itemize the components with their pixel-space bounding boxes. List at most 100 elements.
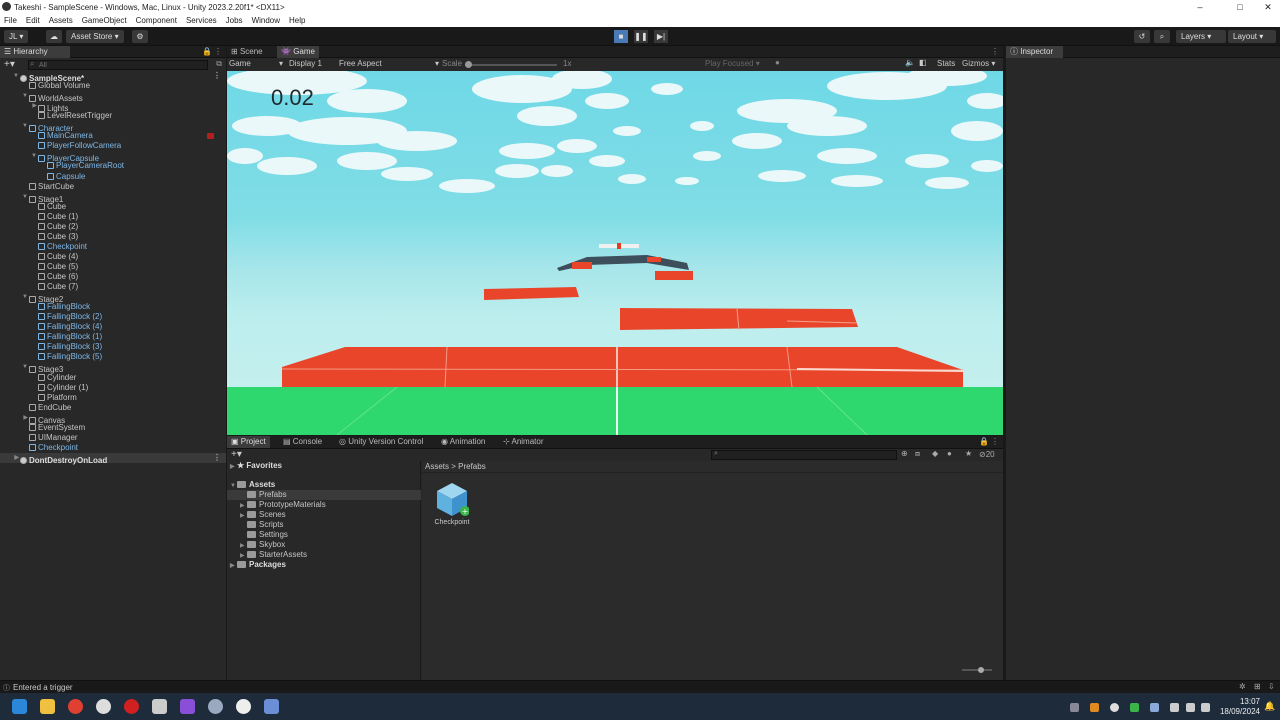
expand-arrow-icon[interactable]: ▶	[32, 101, 37, 111]
hierarchy-item[interactable]: LevelResetTrigger	[0, 111, 226, 121]
hierarchy-item[interactable]: Cube (1)	[0, 212, 226, 222]
scale-slider[interactable]	[465, 61, 557, 68]
hierarchy-item[interactable]: Cylinder	[0, 373, 226, 383]
create-asset-icon[interactable]: +▾	[231, 449, 242, 460]
hierarchy-item[interactable]: Cube	[0, 202, 226, 212]
stats-button[interactable]: Stats	[937, 59, 955, 68]
tab-console[interactable]: ▤ Console	[279, 436, 326, 448]
hierarchy-item[interactable]: FallingBlock (3)	[0, 342, 226, 352]
stop-button[interactable]: ■	[614, 30, 628, 43]
hierarchy-item[interactable]: ▼ WorldAssets	[0, 91, 226, 103]
taskbar-time[interactable]: 13:07	[1218, 697, 1260, 706]
menu-gameobject[interactable]: GameObject	[82, 16, 127, 25]
minimize-button[interactable]: –	[1180, 0, 1220, 14]
audio-icon[interactable]: ●	[775, 58, 780, 67]
hierarchy-item[interactable]: PlayerFollowCamera	[0, 141, 226, 151]
mute-audio-icon[interactable]: 🔈	[905, 58, 915, 67]
collapse-arrow-icon[interactable]: ▼	[22, 91, 28, 101]
scene-options-icon[interactable]: ⧉	[216, 59, 222, 69]
notification-icon[interactable]: 🔔	[1264, 701, 1275, 712]
tray-expand-icon[interactable]	[1070, 703, 1079, 712]
unity-editor-icon[interactable]	[152, 699, 167, 714]
hierarchy-item[interactable]: FallingBlock (4)	[0, 322, 226, 332]
expand-arrow-icon[interactable]: ▶	[14, 453, 19, 463]
play-focused-dropdown[interactable]: Play Focused ▾	[705, 59, 760, 68]
hierarchy-item[interactable]: FallingBlock	[0, 302, 226, 312]
search-icon[interactable]: ⌕	[1154, 30, 1170, 43]
search-by-type-icon[interactable]: ⊕	[901, 449, 908, 458]
tab-inspector[interactable]: ⓘ Inspector	[1006, 46, 1063, 58]
project-search-input[interactable]: ⌕	[711, 450, 897, 460]
hierarchy-item[interactable]: Platform	[0, 393, 226, 403]
hierarchy-item[interactable]: ▶ Canvas	[0, 413, 226, 425]
menu-services[interactable]: Services	[186, 16, 217, 25]
project-folder-scripts[interactable]: Scripts	[230, 520, 283, 530]
hierarchy-item[interactable]: Cube (2)	[0, 222, 226, 232]
display-dropdown[interactable]: Display 1	[289, 59, 333, 68]
hierarchy-item[interactable]: Global Volume	[0, 81, 226, 91]
project-folder-prefabs[interactable]: Prefabs	[227, 490, 421, 500]
tab-version-control[interactable]: ◎ Unity Version Control	[335, 436, 427, 448]
hierarchy-item[interactable]: Cube (5)	[0, 262, 226, 272]
favorite-star-icon[interactable]: ★	[965, 449, 972, 458]
hierarchy-item[interactable]: FallingBlock (2)	[0, 312, 226, 322]
network-icon[interactable]: ⊞	[1254, 682, 1261, 691]
add-icon[interactable]: +▾	[4, 59, 15, 70]
tray-nvidia-icon[interactable]	[1130, 703, 1139, 712]
cloud-icon[interactable]: ☁	[46, 30, 62, 43]
tag-icon[interactable]: ◆	[932, 449, 938, 458]
account-dropdown[interactable]: JL ▾	[4, 30, 29, 43]
menu-file[interactable]: File	[4, 16, 17, 25]
lock-icon[interactable]: 🔒	[979, 437, 989, 446]
packages-folder[interactable]: ▶ Packages	[230, 560, 286, 570]
menu-assets[interactable]: Assets	[49, 16, 73, 25]
project-folder-scenes[interactable]: ▶ Scenes	[230, 510, 286, 520]
game-mode-dropdown[interactable]: Game ▾	[229, 59, 283, 68]
collapse-arrow-icon[interactable]: ▼	[13, 71, 19, 81]
wifi-icon[interactable]	[1170, 703, 1179, 712]
more-menu-icon[interactable]: ⋮	[991, 437, 999, 446]
tab-project[interactable]: ▣ Project	[227, 436, 270, 448]
icon-size-slider[interactable]	[962, 667, 992, 673]
microphone-icon[interactable]	[1150, 703, 1159, 712]
project-folder-settings[interactable]: Settings	[230, 530, 288, 540]
breadcrumb-path[interactable]: Assets > Prefabs	[425, 462, 486, 471]
project-folder-skybox[interactable]: ▶ Skybox	[230, 540, 285, 550]
hierarchy-item[interactable]: Cube (3)	[0, 232, 226, 242]
hierarchy-item[interactable]: Cube (4)	[0, 252, 226, 262]
progress-icon[interactable]: ⇩	[1268, 682, 1275, 691]
chrome-icon[interactable]	[68, 699, 83, 714]
close-button[interactable]: ✕	[1248, 0, 1280, 14]
collapse-arrow-icon[interactable]: ▼	[22, 292, 28, 302]
app-icon[interactable]	[124, 699, 139, 714]
tray-app-icon[interactable]	[1090, 703, 1099, 712]
tab-game[interactable]: 👾 Game	[277, 46, 319, 58]
gizmos-dropdown[interactable]: Gizmos ▾	[962, 59, 995, 68]
tab-hierarchy[interactable]: ☰ Hierarchy	[0, 46, 70, 58]
expand-arrow-icon[interactable]: ▶	[23, 413, 28, 423]
hierarchy-item[interactable]: Cube (7)	[0, 282, 226, 292]
favorites-section[interactable]: ▶ ★ Favorites	[230, 461, 282, 471]
game-view[interactable]: 0.02	[227, 71, 1003, 435]
collapse-arrow-icon[interactable]: ▼	[31, 151, 37, 161]
hierarchy-item[interactable]: Cube (6)	[0, 272, 226, 282]
hierarchy-item[interactable]: ▼ PlayerCapsule	[0, 151, 226, 163]
hierarchy-item[interactable]: ▼ Stage1	[0, 192, 226, 204]
project-folder-prototypematerials[interactable]: ▶ PrototypeMaterials	[230, 500, 326, 510]
search-by-label-icon[interactable]: ⧈	[915, 449, 920, 459]
obs-icon[interactable]	[236, 699, 251, 714]
layout-dropdown[interactable]: Layout ▾	[1228, 30, 1276, 43]
hierarchy-item[interactable]: ▼ Character	[0, 121, 226, 133]
scale-slider-handle[interactable]	[465, 61, 472, 68]
windows-start-icon[interactable]	[12, 699, 27, 714]
hierarchy-scene-row[interactable]: ▶ DontDestroyOnLoad ⋮	[0, 452, 226, 465]
settings-icon[interactable]: ⚙	[132, 30, 148, 43]
bug-icon[interactable]: ✲	[1239, 682, 1246, 691]
hierarchy-item[interactable]: UIManager	[0, 433, 226, 443]
hierarchy-item[interactable]: EndCube	[0, 403, 226, 413]
unity-hub-icon[interactable]	[96, 699, 111, 714]
visual-studio-icon[interactable]	[180, 699, 195, 714]
snipping-tool-icon[interactable]	[264, 699, 279, 714]
volume-icon[interactable]	[1186, 703, 1195, 712]
asset-item-checkpoint[interactable]: + Checkpoint	[432, 481, 472, 531]
